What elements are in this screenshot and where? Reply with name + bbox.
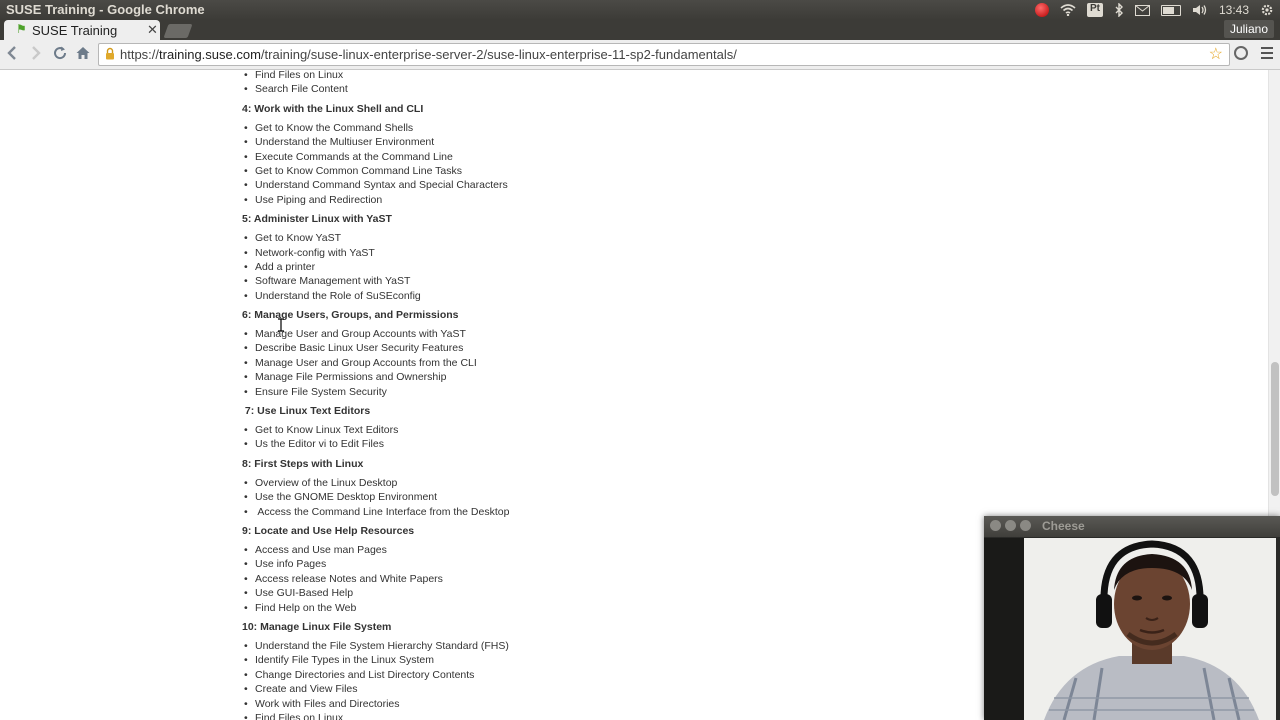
list-item: Us the Editor vi to Edit Files <box>242 437 942 452</box>
list-item: Use info Pages <box>242 557 942 572</box>
home-button[interactable] <box>74 45 92 63</box>
list-item: Create and View Files <box>242 682 942 697</box>
browser-toolbar: https://training.suse.com/training/suse-… <box>0 40 1280 70</box>
tab-suse-training[interactable]: ⚑ SUSE Training ✕ <box>4 20 160 40</box>
section-heading: 7: Use Linux Text Editors <box>242 405 371 418</box>
list-item: Manage User and Group Accounts with YaST <box>242 327 942 342</box>
list-item: Understand the Role of SuSEconfig <box>242 289 942 304</box>
text-cursor-icon <box>278 318 284 332</box>
list-item: Use GUI-Based Help <box>242 586 942 601</box>
close-icon[interactable] <box>990 520 1001 531</box>
clock[interactable]: 13:43 <box>1219 0 1249 20</box>
list-item: Understand the File System Hierarchy Sta… <box>242 639 942 654</box>
reload-button[interactable] <box>51 45 69 63</box>
suse-favicon-icon: ⚑ <box>16 22 27 36</box>
url-text[interactable]: https://training.suse.com/training/suse-… <box>120 47 737 62</box>
list-item: Add a printer <box>242 260 942 275</box>
list-item: Access release Notes and White Papers <box>242 572 942 587</box>
forward-button[interactable] <box>27 45 45 63</box>
scrollbar-thumb[interactable] <box>1271 362 1279 496</box>
person-image <box>1024 538 1276 720</box>
list-item: Use the GNOME Desktop Environment <box>242 490 942 505</box>
list-item: Network-config with YaST <box>242 246 942 261</box>
section-6: 6: Manage Users, Groups, and Permissions… <box>242 308 942 399</box>
url-host: training.suse.com <box>159 47 261 62</box>
section-heading: 8: First Steps with Linux <box>242 457 364 470</box>
record-indicator-icon[interactable] <box>1034 0 1049 20</box>
back-button[interactable] <box>3 45 21 63</box>
extension-icon[interactable] <box>1234 46 1248 60</box>
list-item: Ensure File System Security <box>242 385 942 400</box>
list-item: Find Files on Linux <box>242 711 942 720</box>
chrome-menu-icon[interactable] <box>1261 47 1273 62</box>
list-item: Overview of the Linux Desktop <box>242 476 942 491</box>
tab-title: SUSE Training <box>32 23 118 38</box>
volume-icon[interactable] <box>1192 0 1208 20</box>
list-item: Access the Command Line Interface from t… <box>242 505 942 520</box>
list-item: Identify File Types in the Linux System <box>242 653 942 668</box>
list-item: Use Piping and Redirection <box>242 193 942 208</box>
section-8: 8: First Steps with Linux Overview of th… <box>242 457 942 520</box>
webcam-dark-edge <box>984 538 1024 720</box>
list-item: Search File Content <box>242 82 942 97</box>
list-item: Access and Use man Pages <box>242 543 942 558</box>
tab-strip <box>0 20 1280 40</box>
list-item: Execute Commands at the Command Line <box>242 150 942 165</box>
section-7: 7: Use Linux Text Editors Get to Know Li… <box>242 404 942 452</box>
tab-close-icon[interactable]: ✕ <box>147 22 158 38</box>
section-heading: 9: Locate and Use Help Resources <box>242 524 415 537</box>
section-9: 9: Locate and Use Help Resources Access … <box>242 524 942 615</box>
minimize-icon[interactable] <box>1005 520 1016 531</box>
new-tab-button[interactable] <box>163 24 193 38</box>
window-title: SUSE Training - Google Chrome <box>6 2 205 17</box>
list-item: Describe Basic Linux User Security Featu… <box>242 341 942 356</box>
list-item: Find Files on Linux <box>242 70 942 83</box>
system-tray: Pt 13:43 <box>1034 0 1274 20</box>
lock-icon[interactable] <box>105 47 115 60</box>
list-item: Get to Know Common Command Line Tasks <box>242 164 942 179</box>
webcam-video <box>1024 538 1276 720</box>
list-item: Manage User and Group Accounts from the … <box>242 356 942 371</box>
maximize-icon[interactable] <box>1020 520 1031 531</box>
list-item: Change Directories and List Directory Co… <box>242 668 942 683</box>
keyboard-layout-indicator[interactable]: Pt <box>1086 0 1103 20</box>
bookmark-star-icon[interactable]: ☆ <box>1209 44 1223 64</box>
list-item: Software Management with YaST <box>242 274 942 289</box>
section-10: 10: Manage Linux File System Understand … <box>242 620 942 720</box>
list-item: Get to Know Linux Text Editors <box>242 423 942 438</box>
bluetooth-icon[interactable] <box>1114 0 1124 20</box>
section-heading: 4: Work with the Linux Shell and CLI <box>242 102 424 115</box>
os-top-bar: SUSE Training - Google Chrome Pt 13:43 <box>0 0 1280 20</box>
course-outline: Find Files on Linux Search File Content … <box>242 70 942 720</box>
section-heading: 5: Administer Linux with YaST <box>242 213 392 226</box>
list-item: Understand the Multiuser Environment <box>242 135 942 150</box>
battery-icon[interactable] <box>1160 0 1181 20</box>
gear-icon[interactable] <box>1260 0 1274 20</box>
section-heading: 6: Manage Users, Groups, and Permissions <box>242 309 459 322</box>
list-item: Get to Know YaST <box>242 231 942 246</box>
top-list: Find Files on Linux Search File Content <box>242 70 942 97</box>
list-item: Manage File Permissions and Ownership <box>242 370 942 385</box>
section-heading: 10: Manage Linux File System <box>242 620 392 633</box>
list-item: Get to Know the Command Shells <box>242 121 942 136</box>
address-bar[interactable]: https://training.suse.com/training/suse-… <box>98 43 1230 66</box>
cheese-title: Cheese <box>1042 519 1085 533</box>
list-item: Find Help on the Web <box>242 601 942 616</box>
section-5: 5: Administer Linux with YaST Get to Kno… <box>242 212 942 303</box>
cheese-window[interactable]: Cheese <box>984 516 1280 720</box>
section-4: 4: Work with the Linux Shell and CLI Get… <box>242 102 942 208</box>
mail-icon[interactable] <box>1134 0 1150 20</box>
cheese-titlebar[interactable]: Cheese <box>984 516 1280 537</box>
profile-button[interactable]: Juliano <box>1223 20 1274 38</box>
wifi-icon[interactable] <box>1060 0 1076 20</box>
list-item: Work with Files and Directories <box>242 697 942 712</box>
list-item: Understand Command Syntax and Special Ch… <box>242 178 942 193</box>
